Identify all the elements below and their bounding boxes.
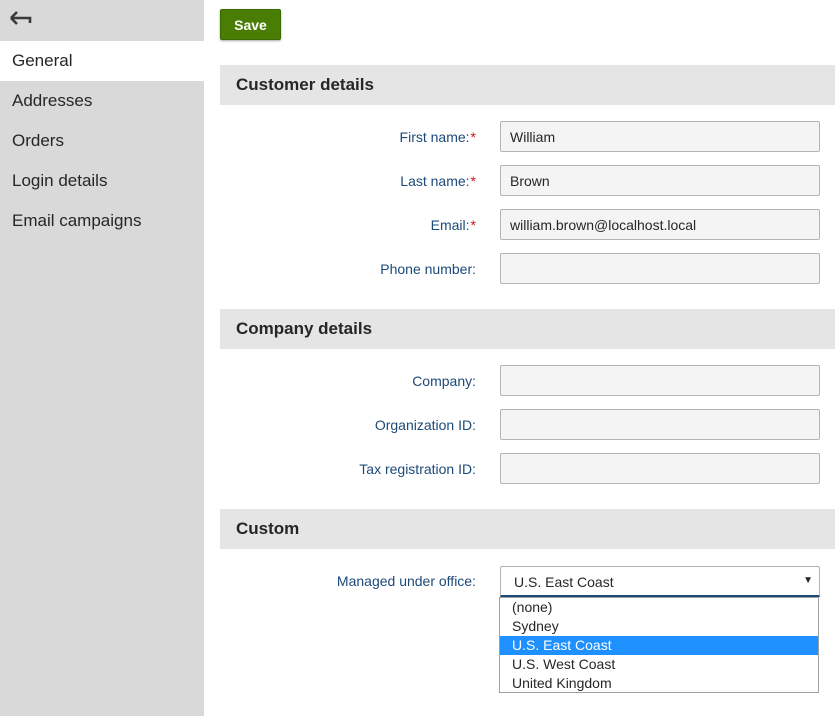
required-marker: * [470, 173, 476, 189]
sidebar-item-email-campaigns[interactable]: Email campaigns [0, 201, 204, 241]
managed-office-label: Managed under office: [336, 573, 476, 589]
first-name-label: First name:* [399, 129, 476, 145]
arrow-left-icon [10, 11, 32, 25]
required-marker: * [470, 129, 476, 145]
managed-office-select[interactable]: U.S. East Coast ▼ [500, 566, 820, 597]
back-button[interactable] [8, 6, 34, 28]
email-label: Email:* [430, 217, 476, 233]
company-label: Company: [412, 373, 476, 389]
phone-number-label: Phone number: [380, 261, 476, 277]
section-title: Custom [236, 519, 300, 538]
customer-details-header: Customer details [220, 65, 835, 105]
save-button[interactable]: Save [220, 9, 281, 40]
main-content: Save Customer details First name:* Last … [220, 0, 835, 716]
dropdown-option-us-west-coast[interactable]: U.S. West Coast [500, 655, 818, 674]
sidebar-item-orders[interactable]: Orders [0, 121, 204, 161]
tax-registration-id-label: Tax registration ID: [359, 461, 476, 477]
last-name-label: Last name:* [400, 173, 476, 189]
dropdown-option-united-kingdom[interactable]: United Kingdom [500, 674, 818, 693]
first-name-input[interactable] [500, 121, 820, 152]
organization-id-label: Organization ID: [374, 417, 476, 433]
dropdown-arrow-icon: ▼ [803, 575, 813, 586]
dropdown-option-us-east-coast[interactable]: U.S. East Coast [500, 636, 818, 655]
tax-registration-id-input[interactable] [500, 453, 820, 484]
managed-office-dropdown: (none) Sydney U.S. East Coast U.S. West … [499, 597, 819, 693]
sidebar-item-addresses[interactable]: Addresses [0, 81, 204, 121]
organization-id-input[interactable] [500, 409, 820, 440]
sidebar-item-login-details[interactable]: Login details [0, 161, 204, 201]
sidebar: General Addresses Orders Login details E… [0, 0, 204, 716]
sidebar-nav: General Addresses Orders Login details E… [0, 41, 204, 241]
select-value: U.S. East Coast [514, 574, 614, 590]
section-title: Customer details [236, 75, 374, 94]
dropdown-option-sydney[interactable]: Sydney [500, 617, 818, 636]
custom-header: Custom [220, 509, 835, 549]
email-input[interactable] [500, 209, 820, 240]
required-marker: * [470, 217, 476, 233]
last-name-input[interactable] [500, 165, 820, 196]
phone-number-input[interactable] [500, 253, 820, 284]
company-input[interactable] [500, 365, 820, 396]
company-details-header: Company details [220, 309, 835, 349]
dropdown-option-none[interactable]: (none) [500, 598, 818, 617]
section-title: Company details [236, 319, 373, 338]
sidebar-item-general[interactable]: General [0, 41, 204, 81]
